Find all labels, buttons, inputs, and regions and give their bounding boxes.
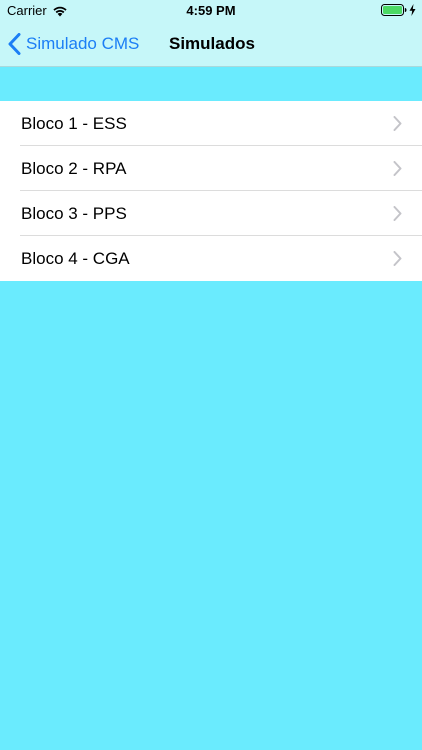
chevron-right-icon xyxy=(393,161,402,176)
chevron-right-icon xyxy=(393,116,402,131)
charging-bolt-icon xyxy=(409,4,416,16)
page-title: Simulados xyxy=(169,34,255,53)
top-bars: Carrier 4:59 PM Simulado CMS Simulados xyxy=(0,0,422,67)
list-item-bloco-4[interactable]: Bloco 4 - CGA xyxy=(0,236,422,281)
list-item-bloco-2[interactable]: Bloco 2 - RPA xyxy=(0,146,422,191)
list-item-bloco-1[interactable]: Bloco 1 - ESS xyxy=(0,101,422,146)
chevron-left-icon xyxy=(8,33,21,55)
list-item-label: Bloco 2 - RPA xyxy=(21,159,127,178)
battery-indicator xyxy=(381,4,416,16)
back-button-label: Simulado CMS xyxy=(26,34,140,53)
chevron-right-icon xyxy=(393,251,402,266)
simulados-list: Bloco 1 - ESS Bloco 2 - RPA Bloco 3 - PP… xyxy=(0,101,422,281)
list-item-label: Bloco 4 - CGA xyxy=(21,249,130,268)
status-time: 4:59 PM xyxy=(186,3,236,18)
list-item-label: Bloco 3 - PPS xyxy=(21,204,127,223)
status-bar: Carrier 4:59 PM xyxy=(0,0,422,22)
navigation-bar: Simulado CMS Simulados xyxy=(0,22,422,66)
list-item-label: Bloco 1 - ESS xyxy=(21,114,127,133)
list-item-bloco-3[interactable]: Bloco 3 - PPS xyxy=(0,191,422,236)
battery-full-icon xyxy=(381,4,407,16)
back-button[interactable]: Simulado CMS xyxy=(8,22,139,66)
chevron-right-icon xyxy=(393,206,402,221)
